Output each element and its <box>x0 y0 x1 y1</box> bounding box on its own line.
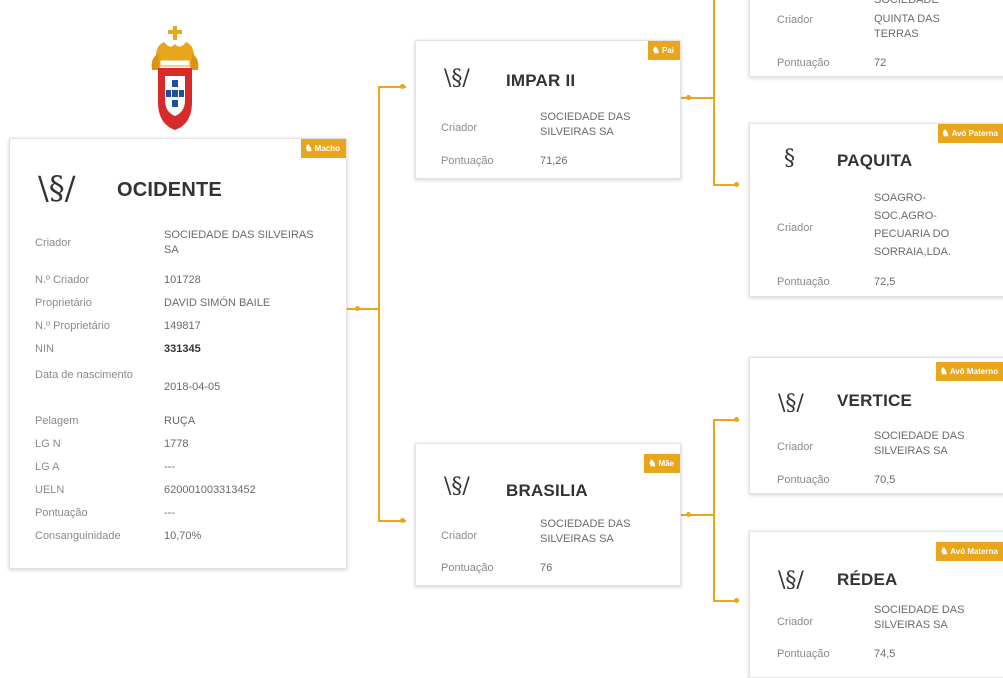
field-label: Pontuação <box>35 507 88 519</box>
horse-card-maternal-grandsire[interactable]: ♞ Avô Materno \§/ VERTICE Criador SOCIEDA… <box>749 357 1003 494</box>
connector-dot <box>734 182 739 187</box>
pontuacao-value: 74,5 <box>874 648 896 660</box>
field-label: N.º Criador <box>35 274 90 286</box>
criador-value: SOCIEDADE DAS SILVEIRAS SA <box>540 111 631 138</box>
horse-card-paternal-granddam[interactable]: ♞ Avó Paterna § PAQUITA Criador SOAGRO-SO… <box>749 123 1003 297</box>
horse-card-main[interactable]: ♞ Macho \§/ OCIDENTE Criador SOCIEDADE DA… <box>9 138 347 569</box>
relation-badge: ♞ Avó Materna <box>936 542 1003 561</box>
connector <box>713 0 715 186</box>
pontuacao-label: Pontuação <box>441 155 494 167</box>
relation-badge: ♞ Avó Paterna <box>937 124 1003 143</box>
horse-icon: ♞ <box>940 546 949 556</box>
field-value: --- <box>164 461 175 473</box>
connector-dot <box>400 84 405 89</box>
criador-label: Criador <box>777 441 814 453</box>
pontuacao-value: 72 <box>874 57 887 69</box>
criador-value: TERRAS <box>874 28 919 40</box>
connector-dot <box>686 512 691 517</box>
criador-value: SOAGRO-SOC.AGRO-PECUARIA DO SORRAIA,LDA. <box>874 192 952 258</box>
criador-label: Criador <box>441 530 478 542</box>
brand-mark-icon: \§/ <box>778 568 804 593</box>
criador-label: Criador <box>777 222 814 234</box>
horse-icon: ♞ <box>651 45 660 55</box>
field-value: 620001003313452 <box>164 484 256 496</box>
field-value: 101728 <box>164 274 201 286</box>
horse-name[interactable]: RÉDEA <box>837 570 898 590</box>
horse-name[interactable]: VERTICE <box>837 391 912 411</box>
pontuacao-value: 70,5 <box>874 474 896 486</box>
sex-badge: ♞ Macho <box>300 139 346 158</box>
connector-dot <box>686 95 691 100</box>
pontuacao-label: Pontuação <box>777 276 830 288</box>
connector <box>346 308 378 310</box>
criador-label: Criador <box>777 14 814 26</box>
brand-mark-icon: § <box>784 146 795 171</box>
field-label: Consanguinidade <box>35 530 121 542</box>
field-label: LG N <box>35 438 61 450</box>
criador-value: SOCIEDADE DAS SILVEIRAS SA <box>540 518 631 545</box>
connector-dot <box>400 518 405 523</box>
association-crest-logo <box>151 26 199 130</box>
relation-badge: ♞ Mãe <box>644 454 680 473</box>
criador-value: SOCIEDADE <box>874 0 939 6</box>
pontuacao-value: 71,26 <box>540 155 568 167</box>
brand-mark-icon: \§/ <box>444 474 470 499</box>
criador-value: SOCIEDADE DAS SILVEIRAS SA <box>874 430 965 457</box>
criador-value: SOCIEDADE DAS SILVEIRAS SA <box>874 604 965 631</box>
field-value: SOCIEDADE DAS SILVEIRAS SA <box>164 229 314 256</box>
field-value: 331345 <box>164 343 201 355</box>
field-label: Pelagem <box>35 415 79 427</box>
horse-card-dam[interactable]: ♞ Mãe \§/ BRASILIA Criador SOCIEDADE DAS … <box>415 443 681 586</box>
field-value: 2018-04-05 <box>164 381 221 393</box>
connector <box>713 419 715 602</box>
field-label: Proprietário <box>35 297 92 309</box>
horse-icon: ♞ <box>939 366 948 376</box>
horse-icon: ♞ <box>648 458 657 468</box>
horse-card-paternal-grandsire[interactable]: Criador SOCIEDADE QUINTA DAS TERRAS Pont… <box>749 0 1003 77</box>
horse-icon: ♞ <box>941 128 950 138</box>
connector <box>378 86 380 522</box>
pontuacao-label: Pontuação <box>441 562 494 574</box>
horse-card-sire[interactable]: ♞ Pai \§/ IMPAR II Criador SOCIEDADE DAS … <box>415 40 681 179</box>
field-label: Data de nascimento <box>35 369 133 381</box>
pontuacao-label: Pontuação <box>777 474 830 486</box>
field-value: 149817 <box>164 320 201 332</box>
horse-icon: ♞ <box>304 143 313 153</box>
connector-dot <box>734 417 739 422</box>
connector-dot <box>355 306 360 311</box>
pontuacao-value: 72,5 <box>874 276 896 288</box>
field-value: 10,70% <box>164 530 202 542</box>
field-label: Criador <box>35 237 72 249</box>
relation-badge: ♞ Avô Materno <box>935 362 1003 381</box>
field-label: UELN <box>35 484 65 496</box>
horse-name[interactable]: OCIDENTE <box>117 179 222 202</box>
pontuacao-value: 76 <box>540 562 553 574</box>
field-value: --- <box>164 507 175 519</box>
criador-label: Criador <box>777 616 814 628</box>
field-label: N.º Proprietário <box>35 320 110 332</box>
horse-name[interactable]: BRASILIA <box>506 481 588 501</box>
field-value: RUÇA <box>164 415 196 427</box>
brand-mark-icon: \§/ <box>444 66 470 91</box>
field-label: NIN <box>35 343 54 355</box>
relation-badge: ♞ Pai <box>647 41 680 60</box>
brand-mark-icon: \§/ <box>778 391 804 416</box>
field-label: LG A <box>35 461 60 473</box>
horse-card-maternal-granddam[interactable]: ♞ Avó Materna \§/ RÉDEA Criador SOCIEDADE… <box>749 531 1003 678</box>
pontuacao-label: Pontuação <box>777 57 830 69</box>
connector-dot <box>734 598 739 603</box>
criador-value: QUINTA DAS <box>874 13 940 25</box>
field-value: DAVID SIMÓN BAILE <box>164 297 271 309</box>
brand-mark-icon: \§/ <box>38 169 76 207</box>
criador-label: Criador <box>441 122 478 134</box>
horse-name[interactable]: PAQUITA <box>837 151 912 171</box>
horse-name[interactable]: IMPAR II <box>506 71 575 91</box>
pontuacao-label: Pontuação <box>777 648 830 660</box>
field-value: 1778 <box>164 438 189 450</box>
